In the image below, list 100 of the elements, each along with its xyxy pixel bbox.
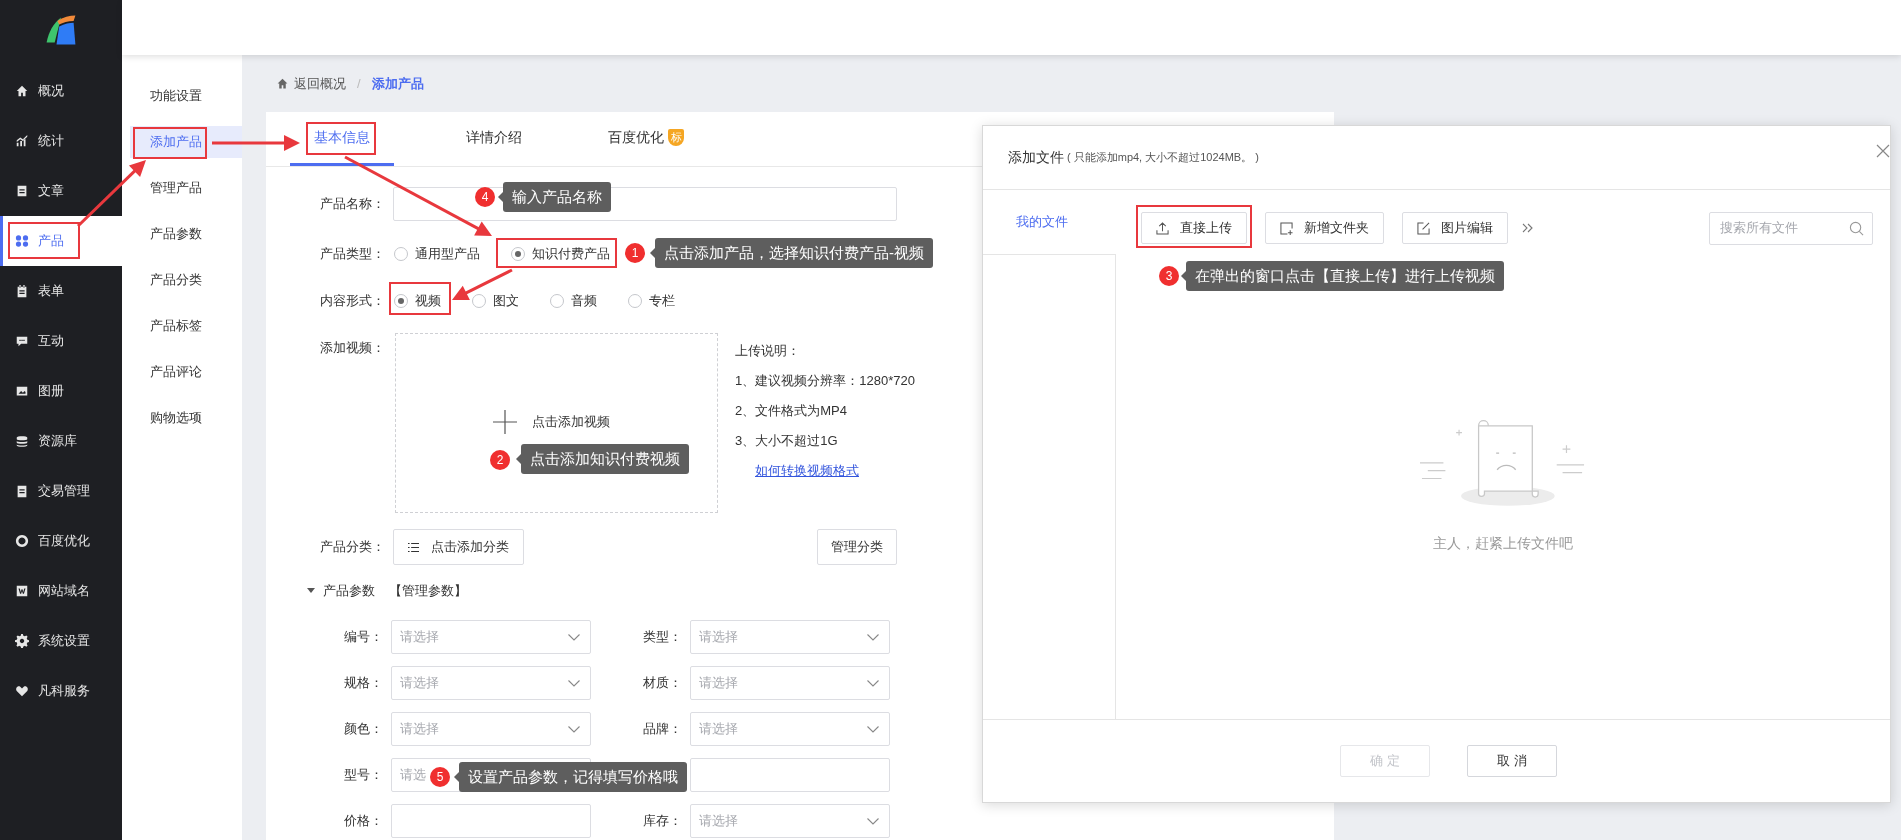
home-icon [15,84,29,98]
breadcrumb-separator: / [357,76,361,91]
chevron-down-icon [867,817,879,825]
field-label: 内容形式： [319,292,385,310]
heart-icon [15,684,29,698]
submenu-item[interactable]: 产品参数 [130,218,242,250]
step-tooltip: 点击添加产品，选择知识付费产品-视频 [655,238,933,268]
submenu-item[interactable]: 管理产品 [130,172,242,204]
radio-option[interactable]: 音频 [549,292,597,310]
submenu-item[interactable]: 产品分类 [130,264,242,296]
submenu-item[interactable]: 产品标签 [130,310,242,342]
input-field[interactable] [391,804,591,838]
tooltip-pointer [650,248,655,258]
manage-category-button[interactable]: 管理分类 [817,529,897,565]
search-icon [1849,220,1864,236]
manage-params-link[interactable]: 【管理参数】 [389,582,467,600]
caret-icon[interactable] [307,588,315,594]
submenu-item[interactable]: 功能设置 [130,80,242,112]
folder-item[interactable]: 我的文件 [983,190,1116,254]
input-field[interactable] [690,758,890,792]
upload-hint: 点击添加视频 [532,413,610,431]
database-icon [15,434,29,448]
radio-option[interactable]: 图文 [471,292,519,310]
chevron-down-icon [867,679,879,687]
submenu-item[interactable]: 购物选项 [130,402,242,434]
chevron-down-icon [867,633,879,641]
toolbar-button[interactable]: 直接上传 [1141,212,1247,244]
note-text: 3、大小不超过1G [735,432,839,450]
tab[interactable]: 百度优化 标 [594,112,698,166]
add-category-button[interactable]: 点击添加分类 [393,529,524,565]
sidebar-item[interactable]: 网站域名 [0,566,122,616]
chevron-down-icon [568,679,580,687]
help-link[interactable]: 如何转换视频格式 [735,462,915,480]
field-label: 产品类型： [319,245,385,263]
breadcrumb-link[interactable]: 返回概况 [294,74,346,93]
ring-icon [15,534,29,548]
sidebar-item[interactable]: 互动 [0,316,122,366]
breadcrumb-current: 添加产品 [371,74,424,93]
edit-icon [1417,221,1430,235]
close-icon[interactable] [1876,144,1890,158]
highlight-frame [306,122,376,155]
double-chevron-icon[interactable] [1522,223,1534,233]
sidebar-item[interactable]: 凡科服务 [0,666,122,716]
field-label: 规格： [344,675,383,690]
sidebar-item[interactable]: 百度优化 [0,516,122,566]
gear-icon [15,634,29,648]
radio-option[interactable]: 视频 [393,292,441,310]
sidebar-item[interactable]: 交易管理 [0,466,122,516]
chevron-down-icon [568,633,580,641]
sidebar-item[interactable]: 资源库 [0,416,122,466]
chart-icon [15,134,29,148]
folder-add-icon [1280,221,1293,235]
sidebar-item[interactable]: 图册 [0,366,122,416]
note-text: 1、建议视频分辨率：1280*720 [735,372,915,390]
field-label: 库存： [643,813,682,828]
field-label: 型号： [344,767,383,782]
field-label: 类型： [643,629,682,644]
shield-badge: 标 [668,129,684,146]
home-icon [276,77,289,90]
calendar-icon [15,284,29,298]
arrow [76,160,146,228]
note-text: 2、文件格式为MP4 [735,402,848,420]
chevron-down-icon [867,725,879,733]
highlight-frame [389,282,451,315]
sidebar-item[interactable]: 产品 [0,216,122,266]
tooltip-pointer [516,454,521,464]
tab[interactable]: 详情介绍 [442,112,546,166]
empty-message: 主人，赶紧上传文件吧 [1433,535,1573,553]
sidebar-item[interactable]: 概况 [0,66,122,116]
field-label: 材质： [643,675,682,690]
tooltip-pointer [498,192,503,202]
field-label: 颜色： [344,721,383,736]
sidebar-item[interactable]: 系统设置 [0,616,122,666]
toolbar-button[interactable]: 图片编辑 [1402,212,1508,244]
sidebar-item[interactable]: 文章 [0,166,122,216]
radio-option[interactable]: 知识付费产品 [510,245,610,263]
tooltip-pointer [454,772,459,782]
step-tooltip: 在弹出的窗口点击【直接上传】进行上传视频 [1186,261,1504,291]
dialog-hint: ( 只能添加mp4, 大小不超过1024MB。 ) [1067,150,1259,165]
dialog-title: 添加文件 [1008,148,1064,167]
toolbar-button[interactable]: 新增文件夹 [1265,212,1384,244]
image-icon [15,384,29,398]
section-title: 产品参数 [323,582,375,600]
step-tooltip: 点击添加知识付费视频 [521,444,689,474]
step-tooltip: 输入产品名称 [503,182,611,212]
field-label: 产品分类： [319,538,385,556]
upload-icon [1156,221,1169,235]
sidebar-item[interactable]: 表单 [0,266,122,316]
radio-option[interactable]: 专栏 [627,292,675,310]
sidebar-item[interactable]: 统计 [0,116,122,166]
radio-option[interactable]: 通用型产品 [393,245,480,263]
notes-title: 上传说明： [735,342,801,360]
chevron-down-icon [568,725,580,733]
list-icon [408,541,419,553]
field-label: 产品名称： [319,195,385,213]
submenu-item[interactable]: 产品评论 [130,356,242,388]
grid-icon [15,234,29,248]
field-label: 品牌： [643,721,682,736]
dialog-button[interactable]: 取 消 [1467,745,1557,777]
tooltip-pointer [1181,271,1186,281]
